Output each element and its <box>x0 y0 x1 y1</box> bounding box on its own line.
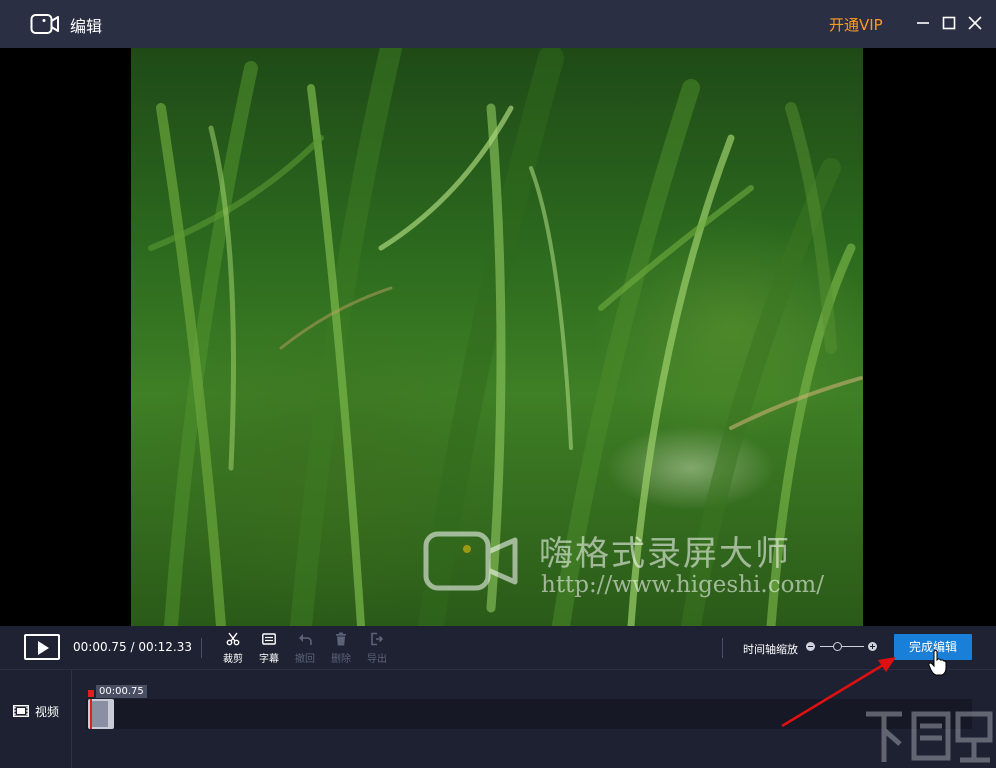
film-icon <box>13 705 29 717</box>
playhead-handle[interactable] <box>88 690 94 697</box>
delete-button[interactable]: 删除 <box>326 632 356 666</box>
cut-label: 裁剪 <box>223 654 243 665</box>
zoom-in-icon[interactable] <box>868 642 877 651</box>
watermark-url: http://www.higeshi.com/ <box>541 572 824 598</box>
timeline-zoom-label: 时间轴缩放 <box>743 643 798 656</box>
video-track-label: 视频 <box>35 705 60 719</box>
export-label: 导出 <box>367 654 387 665</box>
clip-thumbnail <box>90 701 108 727</box>
export-icon <box>371 632 384 646</box>
toolbar-divider <box>201 638 202 658</box>
time-readout: 00:00.75 / 00:12.33 <box>73 640 193 654</box>
title-bar: 编辑 开通VIP <box>0 0 996 48</box>
undo-button[interactable]: 撤回 <box>290 632 320 666</box>
watermark-camera-icon <box>423 531 518 591</box>
play-icon <box>38 641 49 655</box>
close-icon[interactable] <box>964 12 986 34</box>
cut-button[interactable]: 裁剪 <box>218 632 248 666</box>
subtitle-button[interactable]: 字幕 <box>254 632 284 666</box>
video-track-header: 视频 <box>0 670 72 768</box>
play-button[interactable] <box>24 634 60 660</box>
toolbar-divider <box>722 638 723 658</box>
playhead-time-tooltip: 00:00.75 <box>96 685 147 698</box>
playhead-line[interactable] <box>90 699 92 729</box>
video-clip[interactable] <box>88 699 114 729</box>
zoom-slider-thumb[interactable] <box>833 642 842 651</box>
edit-toolbar: 00:00.75 / 00:12.33 裁剪 字幕 撤回 删除 导出 时间轴缩放… <box>0 626 996 670</box>
zoom-out-icon[interactable] <box>806 642 815 651</box>
watermark: 嗨格式录屏大师 http://www.higeshi.com/ <box>423 524 853 608</box>
maximize-icon[interactable] <box>938 12 960 34</box>
video-frame: 嗨格式录屏大师 http://www.higeshi.com/ <box>131 48 863 626</box>
editor-window: 编辑 开通VIP 嗨格式录屏大师 http://www.higeshi.com/… <box>0 0 996 768</box>
minimize-icon[interactable] <box>912 12 934 34</box>
export-button[interactable]: 导出 <box>362 632 392 666</box>
subtitle-icon <box>262 633 276 645</box>
window-title: 编辑 <box>70 17 103 36</box>
camera-logo-icon <box>30 14 59 34</box>
scissors-icon <box>226 632 240 646</box>
zoom-slider-track[interactable] <box>820 646 864 647</box>
undo-label: 撤回 <box>295 654 315 665</box>
watermark-name: 嗨格式录屏大师 <box>539 534 791 574</box>
vip-link[interactable]: 开通VIP <box>829 14 883 35</box>
finish-edit-button[interactable]: 完成编辑 <box>894 634 972 660</box>
undo-icon <box>299 634 312 645</box>
timeline: 视频 00:00.75 <box>0 670 996 768</box>
video-track-lane[interactable] <box>86 699 972 729</box>
video-preview: 嗨格式录屏大师 http://www.higeshi.com/ <box>0 48 996 626</box>
delete-label: 删除 <box>331 654 351 665</box>
trash-icon <box>336 632 346 646</box>
subtitle-label: 字幕 <box>259 654 279 665</box>
